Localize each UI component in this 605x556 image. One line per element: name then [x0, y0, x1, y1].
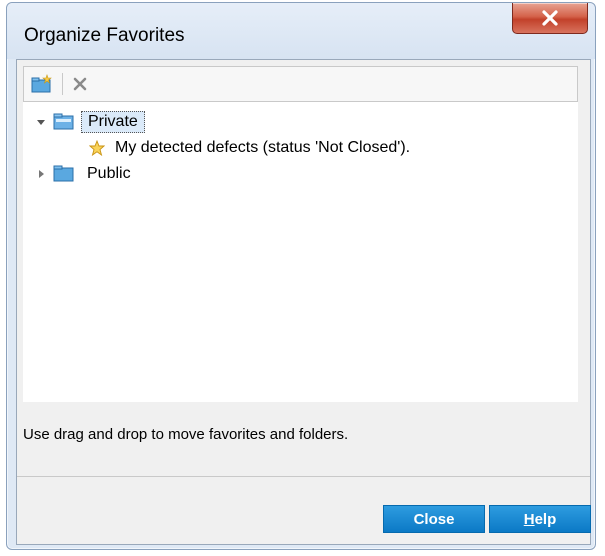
help-button-label: Help [523, 510, 557, 528]
toolbar-separator [62, 73, 63, 95]
close-button[interactable]: Close [383, 505, 485, 533]
tree-node-label[interactable]: Public [81, 164, 137, 184]
instruction-text: Use drag and drop to move favorites and … [23, 426, 349, 443]
folder-icon [53, 165, 75, 183]
delete-button[interactable] [69, 73, 91, 95]
window-close-button[interactable] [512, 3, 588, 34]
folder-open-icon [53, 113, 75, 131]
new-folder-button[interactable] [31, 73, 53, 95]
collapsed-arrow-icon[interactable] [35, 168, 47, 180]
tree-node-label[interactable]: Private [81, 111, 145, 133]
title-bar[interactable]: Organize Favorites [7, 3, 595, 59]
help-button[interactable]: Help [489, 505, 591, 533]
footer-divider [17, 476, 590, 477]
delete-icon [73, 77, 87, 91]
dialog-title: Organize Favorites [24, 25, 185, 46]
new-folder-icon [31, 74, 52, 93]
tree-node-favorite[interactable]: My detected defects (status 'Not Closed'… [89, 136, 410, 160]
favorites-tree[interactable]: Private My detected defects (status 'Not… [23, 102, 578, 402]
close-icon [542, 10, 558, 26]
organize-favorites-dialog: Organize Favorites Private My detected d… [6, 2, 596, 550]
dialog-body: Private My detected defects (status 'Not… [16, 59, 591, 545]
tree-node-private[interactable]: Private [35, 110, 145, 134]
tree-node-public[interactable]: Public [35, 162, 137, 186]
tree-node-label[interactable]: My detected defects (status 'Not Closed'… [115, 139, 410, 157]
toolbar [23, 66, 578, 102]
close-button-label: Close [413, 510, 455, 528]
star-icon [89, 140, 105, 156]
expanded-arrow-icon[interactable] [35, 116, 47, 128]
